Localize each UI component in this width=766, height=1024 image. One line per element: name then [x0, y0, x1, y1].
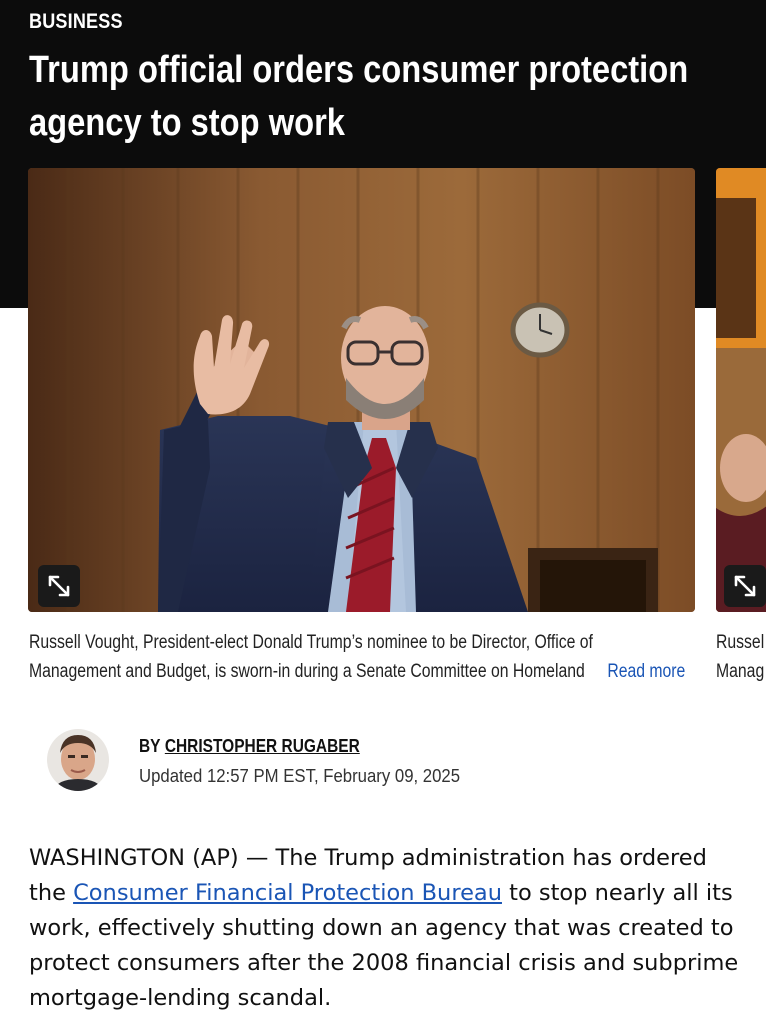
- article-lead-paragraph: WASHINGTON (AP) — The Trump administrati…: [29, 841, 749, 1016]
- expand-arrows-icon: [734, 575, 756, 597]
- caption-line-2: Management and Budget, is sworn-in durin…: [29, 661, 585, 682]
- author-portrait: [47, 729, 109, 791]
- photo-expand-button[interactable]: [38, 565, 80, 607]
- author-name-link[interactable]: CHRISTOPHER RUGABER: [165, 736, 360, 756]
- caption-line-1: Russell Vought, President-elect Donald T…: [29, 632, 593, 653]
- next-caption-line-1: Russel: [716, 632, 765, 653]
- byline: BY CHRISTOPHER RUGABER: [139, 736, 360, 757]
- photo-illustration: [28, 168, 695, 612]
- caption-read-more-link[interactable]: Read more: [604, 657, 686, 686]
- byline-prefix: BY: [139, 736, 161, 756]
- article-headline: Trump official orders consumer protectio…: [29, 49, 689, 144]
- next-photo-peek[interactable]: [716, 168, 766, 612]
- article-photo[interactable]: [28, 168, 695, 612]
- next-photo-illustration: [716, 168, 766, 612]
- cfpb-link[interactable]: Consumer Financial Protection Bureau: [73, 880, 502, 906]
- expand-arrows-icon: [48, 575, 70, 597]
- section-label[interactable]: BUSINESS: [29, 10, 123, 34]
- updated-timestamp: Updated 12:57 PM EST, February 09, 2025: [139, 766, 461, 786]
- next-caption-line-2: Manag: [716, 661, 765, 682]
- photo-caption: Russell Vought, President-elect Donald T…: [29, 628, 660, 686]
- next-photo-expand-button[interactable]: [724, 565, 766, 607]
- author-avatar[interactable]: [47, 729, 109, 791]
- next-photo-caption: Russel Manag: [716, 628, 766, 686]
